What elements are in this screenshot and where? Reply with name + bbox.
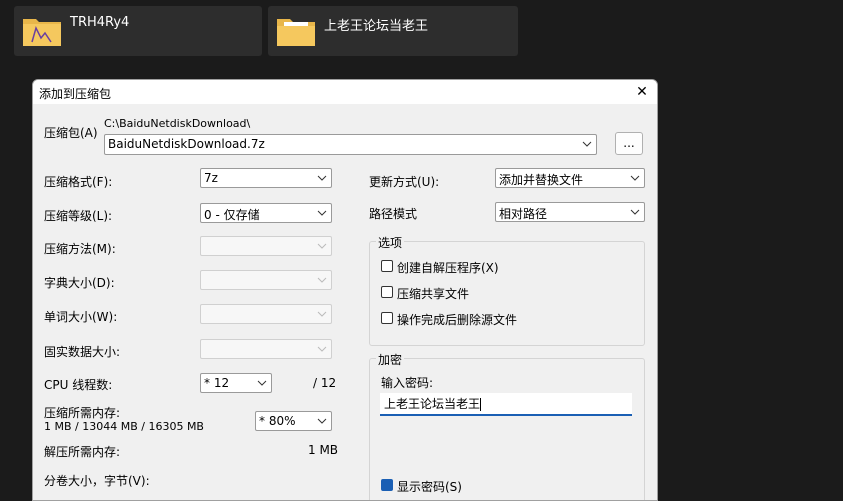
cpu-max: / 12 (313, 376, 337, 390)
word-select (200, 304, 332, 324)
dialog-title: 添加到压缩包 (39, 87, 112, 101)
word-label: 单词大小(W): (44, 310, 118, 324)
chevron-down-icon (317, 346, 327, 352)
mem-comp-label: 压缩所需内存: (44, 406, 121, 420)
password-value: 上老王论坛当老王 (384, 397, 482, 411)
chevron-down-icon (630, 209, 640, 215)
path-mode-label: 路径模式 (369, 207, 418, 221)
shared-label: 压缩共享文件 (397, 287, 470, 301)
cpu-label: CPU 线程数: (44, 378, 113, 392)
chevron-down-icon (257, 380, 267, 386)
mem-decomp-label: 解压所需内存: (44, 445, 121, 459)
method-select (200, 236, 332, 256)
encryption-title: 加密 (376, 351, 405, 368)
format-select[interactable]: 7z (200, 168, 332, 188)
folder-icon (277, 19, 315, 46)
chevron-down-icon (317, 311, 327, 317)
sfx-label: 创建自解压程序(X) (397, 261, 499, 275)
level-value: 0 - 仅存储 (204, 208, 260, 222)
update-select[interactable]: 添加并替换文件 (495, 168, 645, 188)
archive-name-value: BaiduNetdiskDownload.7z (108, 137, 265, 151)
path-mode-select[interactable]: 相对路径 (495, 202, 645, 222)
chevron-down-icon (317, 175, 327, 181)
chevron-down-icon (317, 210, 327, 216)
dict-select (200, 270, 332, 290)
dict-label: 字典大小(D): (44, 276, 115, 290)
mem-comp-detail: 1 MB / 13044 MB / 16305 MB (44, 420, 204, 433)
solid-select (200, 339, 332, 359)
text-caret (480, 398, 482, 411)
chevron-down-icon (582, 141, 592, 147)
options-title: 选项 (376, 234, 405, 251)
folder-tile-1[interactable]: TRH4Ry4 (14, 6, 262, 56)
chevron-down-icon (630, 175, 640, 181)
show-password-checkbox[interactable] (381, 479, 393, 491)
chevron-down-icon (317, 243, 327, 249)
cpu-select[interactable]: * 12 (200, 373, 272, 393)
browse-button[interactable]: ... (615, 132, 643, 155)
folder-label: 上老王论坛当老王 (324, 19, 429, 34)
level-select[interactable]: 0 - 仅存储 (200, 203, 332, 223)
solid-label: 固实数据大小: (44, 345, 121, 359)
mem-comp-select[interactable]: * 80% (255, 411, 332, 431)
show-password-label: 显示密码(S) (397, 480, 462, 494)
folder-label: TRH4Ry4 (70, 15, 130, 30)
update-label: 更新方式(U): (369, 175, 440, 189)
cpu-value: * 12 (204, 376, 230, 390)
format-value: 7z (204, 171, 218, 185)
add-to-archive-dialog: 添加到压缩包 ✕ 压缩包(A) C:\BaiduNetdiskDownload\… (32, 79, 658, 501)
level-label: 压缩等级(L): (44, 209, 113, 223)
archive-name-combo[interactable]: BaiduNetdiskDownload.7z (104, 134, 597, 155)
archive-label: 压缩包(A) (44, 126, 98, 140)
dialog-titlebar: 添加到压缩包 ✕ (33, 80, 657, 104)
archive-path: C:\BaiduNetdiskDownload\ (104, 117, 251, 130)
close-icon[interactable]: ✕ (633, 83, 651, 101)
sfx-checkbox[interactable] (381, 260, 393, 272)
volume-label: 分卷大小，字节(V): (44, 474, 150, 488)
mem-comp-value: * 80% (259, 414, 296, 428)
chevron-down-icon (317, 418, 327, 424)
folder-tile-2[interactable]: 上老王论坛当老王 (268, 6, 518, 56)
update-value: 添加并替换文件 (499, 173, 584, 187)
password-label: 输入密码: (381, 376, 434, 390)
shared-checkbox[interactable] (381, 286, 393, 298)
mem-decomp-value: 1 MB (308, 443, 339, 457)
format-label: 压缩格式(F): (44, 175, 113, 189)
delete-source-label: 操作完成后删除源文件 (397, 313, 518, 327)
folder-icon (23, 19, 61, 46)
password-input[interactable]: 上老王论坛当老王 (380, 393, 632, 416)
method-label: 压缩方法(M): (44, 242, 116, 256)
path-mode-value: 相对路径 (499, 207, 548, 221)
delete-source-checkbox[interactable] (381, 312, 393, 324)
chevron-down-icon (317, 277, 327, 283)
